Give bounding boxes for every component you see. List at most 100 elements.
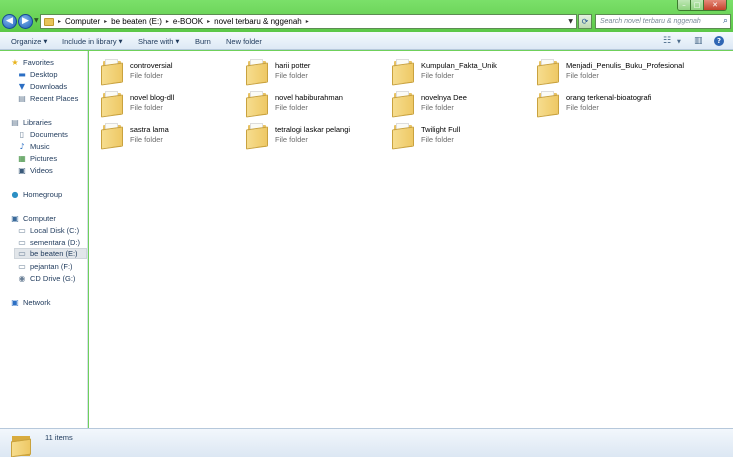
list-item[interactable]: Kumpulan_Fakta_Unik File folder [392,55,536,86]
view-options-chevron-icon[interactable]: ▼ [677,39,681,49]
address-bar[interactable]: ▸ Computer ▸ be beaten (E:) ▸ e-BOOK ▸ n… [40,14,577,29]
breadcrumb-separator-icon[interactable]: ▸ [306,18,309,25]
folder-icon [246,87,268,118]
list-item[interactable]: orang terkenal-bioatografi File folder [537,87,681,118]
include-in-library-menu[interactable]: Include in library ▼ [62,37,122,46]
folder-name: orang terkenal-bioatografi [566,93,652,102]
folder-icon [246,119,268,150]
drive-icon: ▭ [18,249,26,258]
sidebar-item-favorites[interactable]: ★ Favorites [10,57,97,68]
folder-icon [101,87,123,118]
search-icon[interactable]: ⌕ [723,16,728,26]
breadcrumb-ebook[interactable]: e-BOOK [173,17,203,26]
folder-type: File folder [130,135,163,144]
chevron-down-icon: ▼ [43,39,48,45]
burn-button[interactable]: Burn [195,37,211,46]
sidebar-item-label: Pictures [30,154,58,163]
window-controls: – □ ✕ [677,0,727,11]
sidebar-item-homegroup[interactable]: ● Homegroup [10,189,97,200]
sidebar-item-computer[interactable]: ▣ Computer [10,213,97,224]
minimize-button[interactable]: – [678,0,691,10]
breadcrumb-separator-icon[interactable]: ▸ [207,18,210,25]
folder-name: tetralogi laskar pelangi [275,125,351,134]
item-count: 11 items [45,433,73,442]
address-dropdown-icon[interactable]: ▼ [568,18,573,25]
sidebar-item-label: Downloads [30,82,68,91]
sidebar-item-label: sementara (D:) [30,238,81,247]
help-icon[interactable]: ? [714,36,724,46]
folder-icon [11,432,33,457]
list-item[interactable]: harii potter File folder [246,55,390,86]
preview-pane-icon[interactable]: ▥ [694,36,703,46]
folder-type: File folder [566,103,599,112]
explorer-window: – □ ✕ ◀ ▶ ▼ ▸ Computer ▸ be beaten (E:) … [0,0,733,457]
homegroup-icon: ● [11,190,19,199]
command-bar: Organize ▼ Include in library ▼ Share with… [0,32,733,50]
change-view-icon[interactable]: ☷ [663,36,671,46]
breadcrumb-computer[interactable]: Computer [65,17,100,26]
back-button[interactable]: ◀ [2,14,17,29]
folder-icon [537,55,559,86]
breadcrumb-separator-icon[interactable]: ▸ [104,18,107,25]
sidebar-item-libraries[interactable]: ▤ Libraries [10,117,97,128]
sidebar-item-be-beaten-e[interactable]: ▭ be beaten (E:) [14,248,87,259]
sidebar-item-label: be beaten (E:) [30,249,78,258]
new-folder-button[interactable]: New folder [226,37,262,46]
include-in-library-label: Include in library [62,37,117,46]
organize-menu[interactable]: Organize ▼ [11,37,47,46]
folder-icon [246,55,268,86]
search-placeholder: Search novel terbaru & nggenah [600,18,701,25]
list-item[interactable]: novel habiburahman File folder [246,87,390,118]
list-item[interactable]: tetralogi laskar pelangi File folder [246,119,390,150]
star-icon: ★ [11,58,19,67]
drive-icon: ▭ [18,238,26,247]
close-button[interactable]: ✕ [704,0,726,10]
list-item[interactable]: sastra lama File folder [101,119,245,150]
title-bar[interactable]: – □ ✕ ◀ ▶ ▼ ▸ Computer ▸ be beaten (E:) … [0,0,733,32]
forward-button[interactable]: ▶ [18,14,33,29]
breadcrumb-current-folder[interactable]: novel terbaru & nggenah [214,17,302,26]
folder-name: Twilight Full [421,125,461,134]
organize-label: Organize [11,37,42,46]
pictures-icon: ▦ [18,154,26,163]
sidebar-item-label: CD Drive (G:) [30,274,76,283]
list-item[interactable]: novelnya Dee File folder [392,87,536,118]
sidebar-item-label: Desktop [30,70,58,79]
folder-icon [101,55,123,86]
sidebar-item-label: Homegroup [23,190,63,199]
list-item[interactable]: Menjadi_Penulis_Buku_Profesional File fo… [537,55,687,86]
folder-type: File folder [421,135,454,144]
folder-icon [392,119,414,150]
folder-name: harii potter [275,61,311,70]
maximize-button[interactable]: □ [691,0,704,10]
list-item[interactable]: novel blog-dll File folder [101,87,245,118]
share-with-menu[interactable]: Share with ▼ [138,37,179,46]
network-icon: ▣ [11,298,19,307]
recent-pages-icon[interactable]: ▼ [34,17,39,24]
folder-type: File folder [421,71,454,80]
cd-drive-icon: ◉ [18,274,26,283]
sidebar-item-label: Computer [23,214,56,223]
videos-icon: ▣ [18,166,26,175]
share-with-label: Share with [138,37,174,46]
folder-icon [101,119,123,150]
sidebar-item-label: Libraries [23,118,52,127]
list-item[interactable]: controversial File folder [101,55,245,86]
breadcrumb-drive-e[interactable]: be beaten (E:) [111,17,162,26]
search-input[interactable]: Search novel terbaru & nggenah ⌕ [595,14,731,29]
libraries-icon: ▤ [11,118,19,127]
status-bar: 11 items [0,428,733,457]
breadcrumb-separator-icon[interactable]: ▸ [58,18,61,25]
sidebar-item-label: Network [23,298,51,307]
sidebar-item-network[interactable]: ▣ Network [10,297,97,308]
folder-type: File folder [275,103,308,112]
list-item[interactable]: Twilight Full File folder [392,119,536,150]
folder-type: File folder [566,71,599,80]
folder-name: sastra lama [130,125,169,134]
folder-type: File folder [421,103,454,112]
folder-type: File folder [275,135,308,144]
folder-icon [392,55,414,86]
chevron-down-icon: ▼ [118,39,123,45]
breadcrumb-separator-icon[interactable]: ▸ [166,18,169,25]
refresh-button[interactable]: ⟳ [578,14,592,29]
